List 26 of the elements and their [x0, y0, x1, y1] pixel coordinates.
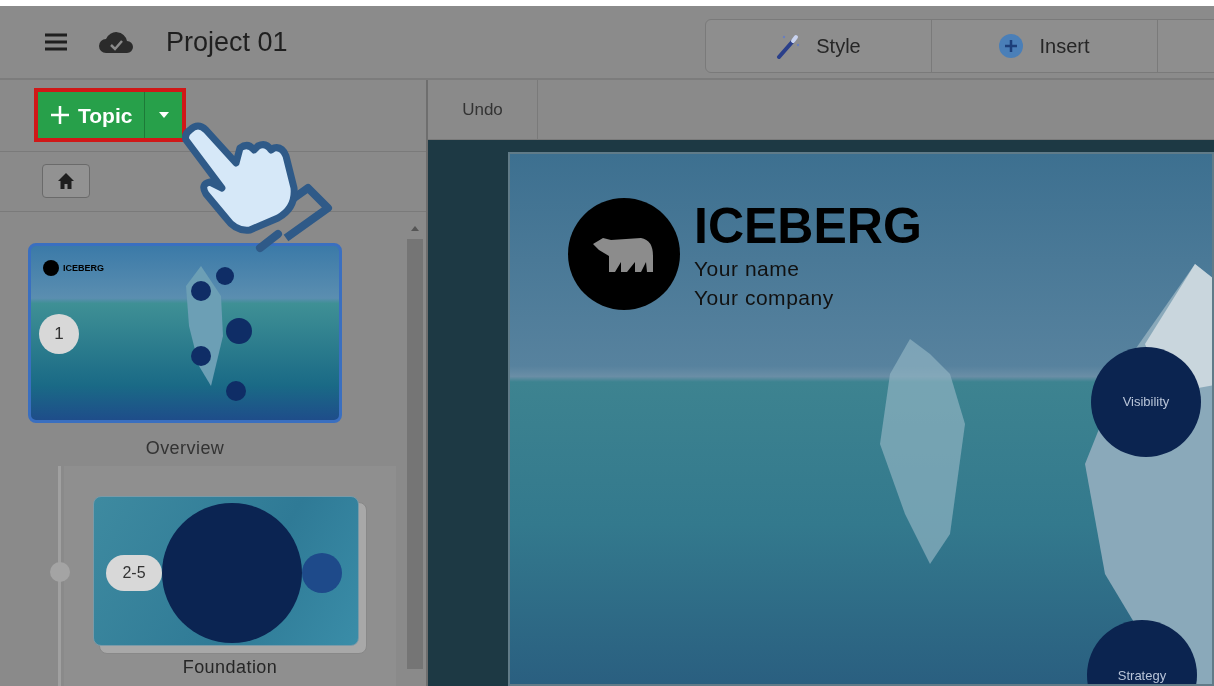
slide-subtitle: Your company	[694, 285, 835, 311]
menu-icon[interactable]	[44, 33, 68, 51]
slide-subtitle: Your name	[694, 256, 801, 282]
scroll-up-icon[interactable]	[411, 226, 419, 231]
dropdown-caret-button[interactable]	[144, 92, 183, 139]
undo-button[interactable]: Undo	[428, 80, 538, 139]
home-button[interactable]	[42, 164, 90, 199]
plus-circle-icon	[999, 34, 1024, 58]
topic-bubble[interactable]: Strategy	[1087, 620, 1197, 684]
slide-range-badge: 2-5	[106, 555, 162, 591]
logo-icon	[43, 260, 59, 276]
slide-thumbnail[interactable]: 2-5	[93, 496, 359, 646]
slide-title: ICEBERG	[694, 198, 922, 254]
plus-icon	[50, 105, 70, 126]
project-title: Project 01	[166, 25, 288, 59]
caret-icon	[158, 112, 169, 119]
thumbnail-title: ICEBERG	[63, 263, 104, 273]
home-icon	[57, 172, 75, 191]
cloud-check-icon	[98, 30, 134, 54]
toolbar-tab[interactable]: Style	[706, 20, 932, 72]
toolbar-tab[interactable]: Insert	[932, 20, 1158, 72]
topic-label: Foundation	[182, 656, 278, 679]
slide-number-badge: 1	[39, 314, 79, 354]
slide-thumbnail[interactable]: ICEBERG 1	[28, 243, 342, 423]
topic-label: Overview	[145, 437, 225, 460]
magic-wand-icon	[776, 33, 801, 59]
